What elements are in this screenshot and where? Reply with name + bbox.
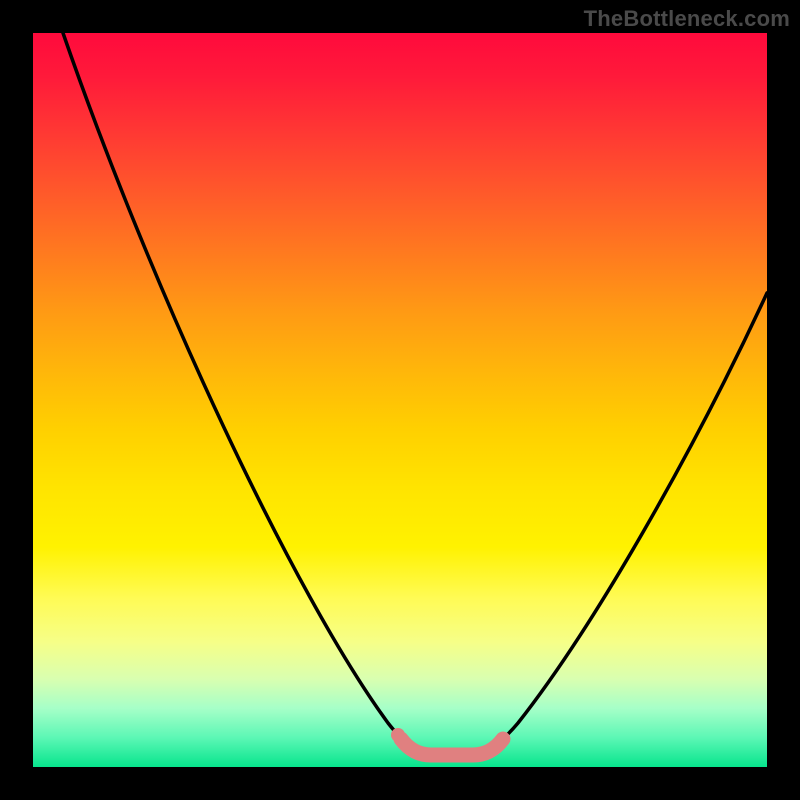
bottleneck-curve xyxy=(33,33,767,767)
watermark-text: TheBottleneck.com xyxy=(584,6,790,32)
chart-frame: TheBottleneck.com xyxy=(0,0,800,800)
plot-area xyxy=(33,33,767,767)
curve-path xyxy=(63,33,767,755)
flat-region-start-dot xyxy=(391,728,405,742)
flat-region-band xyxy=(401,739,503,755)
